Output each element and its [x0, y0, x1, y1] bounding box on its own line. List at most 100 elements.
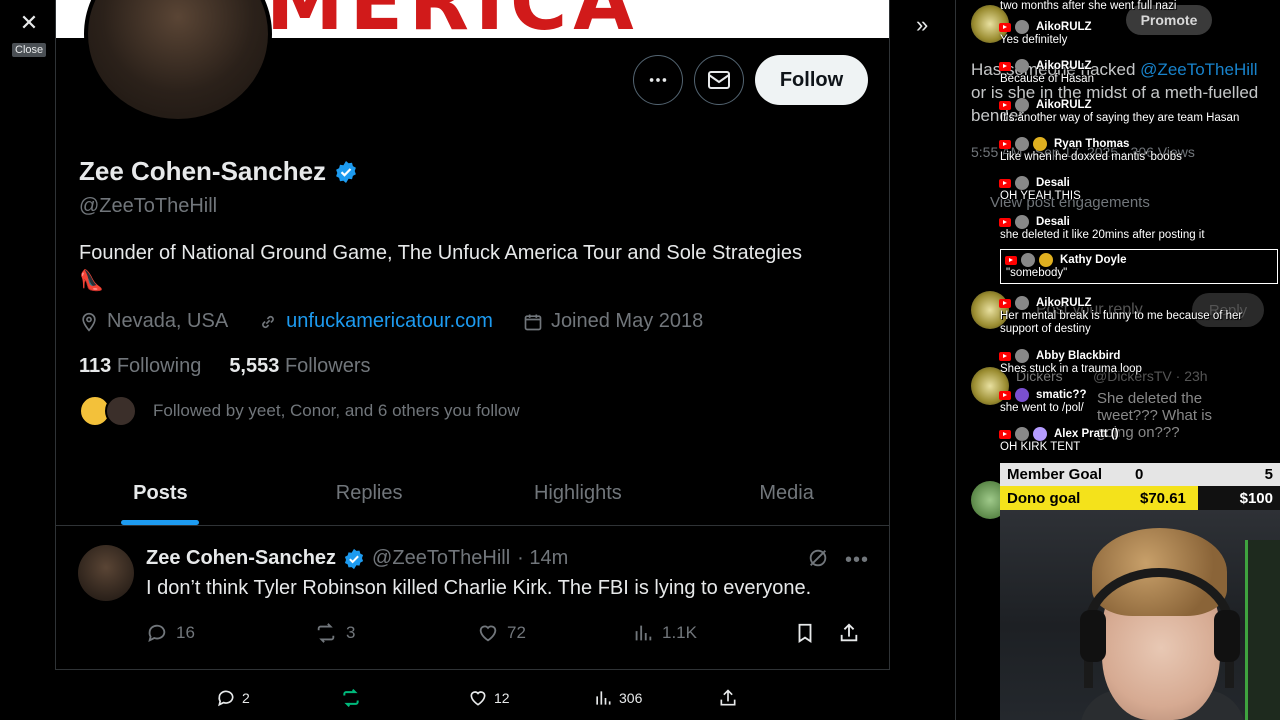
post-author-handle[interactable]: @ZeeToTheHill — [372, 547, 510, 570]
chat-user: Alex Pratt () — [1054, 427, 1119, 440]
more-icon — [649, 78, 667, 82]
chat-message: AikoRULZ Her mental break is funny to me… — [995, 296, 1280, 336]
chat-avatar — [1015, 20, 1029, 34]
viewer-reply-count: 2 — [242, 690, 250, 706]
chat-avatar — [1015, 98, 1029, 112]
screen: ✕ Close MERICA Follow Zee Cohen-Sanchez … — [0, 0, 1280, 720]
followed-by-row[interactable]: Followed by yeet, Conor, and 6 others yo… — [79, 395, 520, 427]
viewer-views-count: 306 — [619, 690, 643, 706]
viewer-views-button[interactable]: 306 — [593, 688, 642, 708]
profile-meta: Nevada, USA unfuckamericatour.com Joined… — [79, 310, 703, 333]
more-options-button[interactable] — [633, 55, 683, 105]
viewer-reply-button[interactable]: 2 — [216, 688, 250, 708]
following-count: 113 — [79, 355, 112, 377]
followers-link[interactable]: 5,553 Followers — [229, 355, 370, 378]
post-time[interactable]: · 14m — [517, 547, 568, 570]
banner-text: MERICA — [266, 0, 640, 38]
crown-badge-icon — [1033, 427, 1047, 441]
chat-text: "somebody" — [1006, 267, 1068, 279]
youtube-icon — [999, 429, 1011, 439]
chat-text: Like when he doxxed mantis' boobs — [1000, 151, 1182, 163]
member-goal-bar: Member Goal 0 5 — [1000, 463, 1280, 486]
youtube-icon — [999, 390, 1011, 400]
chat-user: AikoRULZ — [1036, 296, 1092, 309]
repost-icon — [343, 688, 359, 708]
media-viewer-action-bar: 2 12 306 — [200, 680, 760, 716]
profile-tabs: Posts Replies Highlights Media — [56, 462, 889, 526]
member-goal-target: 5 — [1264, 466, 1273, 483]
bookmark-button[interactable] — [794, 622, 838, 644]
profile-website-link[interactable]: unfuckamericatour.com — [286, 310, 493, 333]
post-item[interactable]: Zee Cohen-Sanchez @ZeeToTheHill · 14m ••… — [56, 527, 889, 670]
followed-by-avatars — [79, 395, 137, 427]
expand-panel-icon[interactable]: » — [916, 12, 928, 38]
following-link[interactable]: 113 Following — [79, 355, 201, 378]
viewer-share-button[interactable] — [718, 688, 738, 708]
like-button[interactable]: 72 — [477, 622, 632, 644]
tab-media[interactable]: Media — [682, 462, 889, 525]
message-button[interactable] — [694, 55, 744, 105]
profile-joined: Joined May 2018 — [550, 310, 704, 332]
post-more-icon[interactable]: ••• — [845, 549, 869, 572]
dono-goal-bar: Dono goal $70.61 $100 — [1000, 486, 1280, 511]
heart-icon — [479, 625, 497, 642]
repost-button[interactable]: 3 — [314, 622, 477, 644]
chat-message: Desali she deleted it like 20mins after … — [995, 215, 1280, 242]
bio-text: Founder of National Ground Game, The Unf… — [79, 242, 802, 264]
chair — [1245, 540, 1280, 720]
profile-name: Zee Cohen-Sanchez — [79, 156, 327, 186]
following-label: Following — [116, 355, 202, 377]
chat-message: smatic?? she went to /pol/ — [995, 388, 1280, 415]
profile-column: MERICA Follow Zee Cohen-Sanchez @ZeeToTh… — [55, 0, 890, 670]
close-icon[interactable]: ✕ — [16, 10, 42, 36]
dono-goal-label: Dono goal — [1007, 490, 1081, 507]
reply-count: 16 — [176, 623, 195, 642]
followers-label: Followers — [284, 355, 371, 377]
post-avatar[interactable] — [78, 545, 134, 601]
reply-button[interactable]: 16 — [146, 622, 314, 644]
profile-avatar[interactable] — [84, 0, 272, 123]
grok-icon[interactable] — [807, 547, 829, 569]
post-text: I don’t think Tyler Robinson killed Char… — [146, 577, 812, 599]
dono-goal-target: $100 — [1239, 490, 1273, 507]
chat-message: AikoRULZ It's another way of saying they… — [995, 98, 1280, 125]
profile-name-row: Zee Cohen-Sanchez — [79, 156, 358, 187]
repost-count: 3 — [346, 623, 356, 642]
tab-highlights[interactable]: Highlights — [474, 462, 683, 525]
share-button[interactable] — [838, 622, 860, 644]
share-icon — [840, 623, 858, 642]
chat-avatar — [1015, 59, 1029, 73]
post-author-name[interactable]: Zee Cohen-Sanchez — [146, 547, 336, 570]
profile-bio: Founder of National Ground Game, The Unf… — [79, 239, 869, 295]
profile-handle: @ZeeToTheHill — [79, 195, 218, 217]
tab-replies[interactable]: Replies — [265, 462, 474, 525]
chat-avatar — [1015, 215, 1029, 229]
reply-icon — [148, 624, 166, 643]
location-icon — [82, 312, 96, 332]
youtube-icon — [1005, 255, 1017, 265]
followers-count: 5,553 — [229, 355, 280, 377]
chat-message: AikoRULZ Yes definitely — [995, 20, 1280, 47]
analytics-icon — [635, 625, 652, 641]
chat-user: Desali — [1036, 176, 1070, 189]
tab-posts[interactable]: Posts — [56, 462, 265, 525]
chat-avatar — [1021, 253, 1035, 267]
chat-user: AikoRULZ — [1036, 98, 1092, 111]
verified-badge-icon — [344, 548, 364, 569]
verified-badge-icon[interactable] — [334, 160, 358, 184]
viewer-repost-button[interactable] — [340, 688, 362, 708]
chat-avatar — [1015, 388, 1029, 402]
follow-button[interactable]: Follow — [755, 55, 868, 105]
member-goal-label: Member Goal — [1007, 466, 1103, 483]
stream-goals: Member Goal 0 5 Dono goal $70.61 $100 — [1000, 463, 1280, 511]
chat-text: Yes definitely — [1000, 34, 1068, 46]
views-button[interactable]: 1.1K — [632, 622, 794, 644]
chat-text: she deleted it like 20mins after posting… — [1000, 229, 1205, 241]
link-icon — [262, 315, 275, 328]
viewer-like-button[interactable]: 12 — [468, 688, 510, 708]
like-count: 72 — [507, 623, 526, 642]
chat-text: she went to /pol/ — [1000, 402, 1084, 414]
chat-message-highlighted: Kathy Doyle "somebody" — [1000, 249, 1278, 284]
chat-message: Alex Pratt () OH KIRK TENT — [995, 427, 1280, 454]
youtube-icon — [999, 61, 1011, 71]
